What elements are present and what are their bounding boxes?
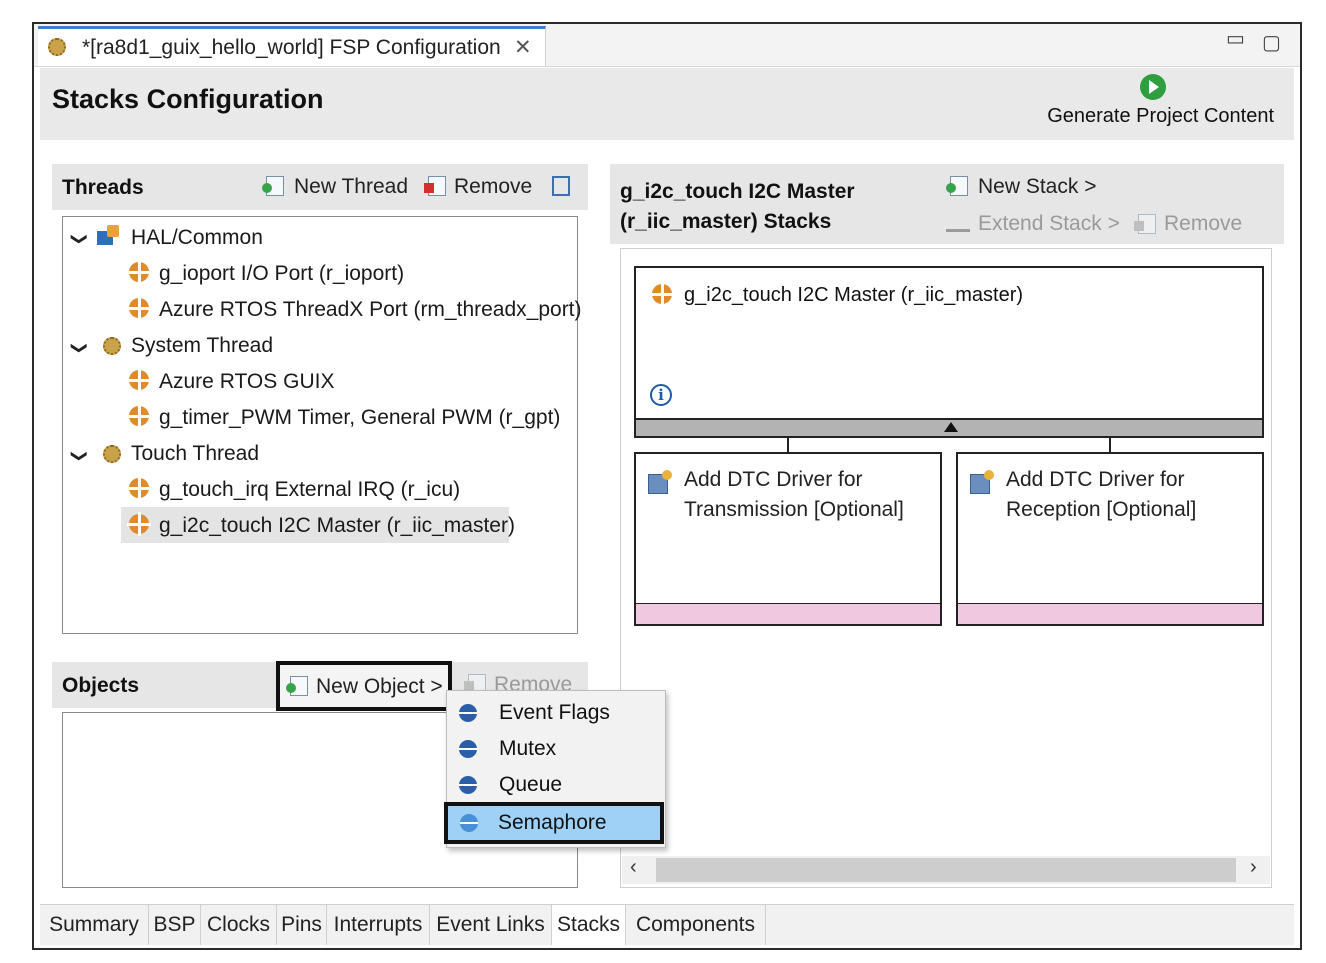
- menu-item-label: Queue: [499, 773, 563, 796]
- stacks-panel-header: g_i2c_touch I2C Master (r_iic_master) St…: [610, 164, 1284, 244]
- editor-tab-title: *[ra8d1_guix_hello_world] FSP Configurat…: [82, 36, 501, 59]
- dtc-driver-icon: [648, 470, 674, 494]
- chevron-down-icon[interactable]: ❯: [70, 449, 90, 462]
- component-icon: [127, 260, 151, 284]
- thread-gear-icon: [103, 445, 121, 463]
- close-icon[interactable]: ✕: [514, 35, 532, 60]
- play-icon[interactable]: [1140, 74, 1166, 100]
- scroll-left-icon[interactable]: ‹: [630, 856, 637, 879]
- info-icon[interactable]: i: [650, 384, 672, 406]
- menu-item-semaphore[interactable]: Semaphore: [444, 802, 664, 844]
- threads-title: Threads: [62, 176, 144, 199]
- hal-icon: [97, 225, 121, 247]
- tab-bsp[interactable]: BSP: [149, 905, 201, 945]
- tree-item-hal-common[interactable]: HAL/Common: [131, 226, 263, 250]
- tree-item-ioport[interactable]: g_ioport I/O Port (r_ioport): [159, 262, 404, 286]
- tree-item-touch-thread[interactable]: Touch Thread: [131, 442, 259, 466]
- new-thread-icon: [262, 176, 284, 196]
- dtc-tx-bar: [636, 603, 940, 624]
- collapse-arrow-icon[interactable]: [944, 422, 958, 432]
- extend-stack-button[interactable]: Extend Stack >: [978, 212, 1120, 236]
- tree-item-timer-pwm[interactable]: g_timer_PWM Timer, General PWM (r_gpt): [159, 406, 560, 430]
- remove-thread-icon: [424, 176, 446, 196]
- generate-project-content-button[interactable]: Generate Project Content: [1047, 105, 1274, 128]
- tree-item-threadx-port[interactable]: Azure RTOS ThreadX Port (rm_threadx_port…: [159, 298, 582, 322]
- object-icon: [459, 776, 477, 794]
- new-object-label: New Object >: [316, 675, 443, 698]
- stacks-title-line2: (r_iic_master) Stacks: [620, 210, 832, 233]
- bottom-tab-bar: Summary BSP Clocks Pins Interrupts Event…: [40, 904, 1294, 945]
- component-icon: [650, 282, 674, 306]
- dtc-tx-box[interactable]: Add DTC Driver for Transmission [Optiona…: [634, 452, 942, 626]
- chevron-down-icon[interactable]: ❯: [70, 232, 90, 245]
- component-icon: [127, 368, 151, 392]
- tab-interrupts[interactable]: Interrupts: [327, 905, 430, 945]
- extend-stack-icon: [946, 210, 970, 232]
- menu-item-label: Event Flags: [499, 701, 610, 724]
- object-icon: [460, 814, 478, 832]
- menu-item-label: Semaphore: [498, 811, 607, 834]
- remove-stack-button[interactable]: Remove: [1164, 212, 1242, 236]
- tree-item-touch-irq[interactable]: g_touch_irq External IRQ (r_icu): [159, 478, 460, 502]
- dtc-rx-line2: Reception [Optional]: [1006, 498, 1197, 521]
- objects-title: Objects: [62, 674, 140, 697]
- new-thread-button[interactable]: New Thread: [294, 175, 408, 199]
- new-stack-icon: [946, 176, 968, 196]
- component-icon: [127, 404, 151, 428]
- thread-gear-icon: [103, 337, 121, 355]
- component-icon: [127, 512, 151, 536]
- tab-pins[interactable]: Pins: [277, 905, 327, 945]
- object-icon: [459, 704, 477, 722]
- threads-tree: ❯ HAL/Common g_ioport I/O Port (r_ioport…: [62, 216, 582, 634]
- tab-stacks[interactable]: Stacks: [552, 905, 626, 945]
- new-object-icon: [286, 676, 308, 696]
- scroll-right-icon[interactable]: ›: [1250, 856, 1257, 879]
- module-box[interactable]: g_i2c_touch I2C Master (r_iic_master) i: [634, 266, 1264, 438]
- component-icon: [127, 296, 151, 320]
- component-icon: [127, 476, 151, 500]
- dtc-driver-icon: [970, 470, 996, 494]
- menu-item-label: Mutex: [499, 737, 557, 760]
- tab-clocks[interactable]: Clocks: [201, 905, 277, 945]
- new-object-button[interactable]: New Object >: [276, 661, 452, 711]
- editor-tab[interactable]: *[ra8d1_guix_hello_world] FSP Configurat…: [38, 26, 546, 66]
- tree-item-system-thread[interactable]: System Thread: [131, 334, 273, 358]
- chevron-down-icon[interactable]: ❯: [70, 341, 90, 354]
- dtc-tx-line1: Add DTC Driver for: [684, 468, 863, 491]
- object-icon: [459, 740, 477, 758]
- scroll-thumb[interactable]: [656, 858, 1236, 882]
- menu-item-mutex[interactable]: Mutex: [447, 731, 665, 767]
- module-bar[interactable]: [634, 418, 1264, 438]
- collapse-all-icon[interactable]: [552, 176, 570, 196]
- tree-item-guix[interactable]: Azure RTOS GUIX: [159, 370, 334, 394]
- module-label: g_i2c_touch I2C Master (r_iic_master): [684, 284, 1024, 306]
- gear-icon: [48, 38, 66, 56]
- minimize-icon[interactable]: ▭: [1226, 26, 1245, 51]
- horizontal-scrollbar[interactable]: ‹ ›: [622, 856, 1270, 884]
- tab-components[interactable]: Components: [626, 905, 766, 945]
- menu-item-queue[interactable]: Queue: [447, 767, 665, 803]
- menu-item-event-flags[interactable]: Event Flags: [447, 695, 665, 731]
- tab-summary[interactable]: Summary: [40, 905, 149, 945]
- page-title: Stacks Configuration: [52, 84, 324, 114]
- dtc-rx-line1: Add DTC Driver for: [1006, 468, 1185, 491]
- stacks-title-line1: g_i2c_touch I2C Master: [620, 180, 855, 203]
- dtc-rx-bar: [958, 603, 1262, 624]
- dtc-rx-box[interactable]: Add DTC Driver for Reception [Optional]: [956, 452, 1264, 626]
- tree-item-i2c-touch[interactable]: g_i2c_touch I2C Master (r_iic_master): [159, 514, 515, 538]
- page-header: Stacks Configuration Generate Project Co…: [40, 68, 1294, 140]
- remove-stack-icon: [1134, 214, 1156, 234]
- maximize-icon[interactable]: ▢: [1262, 30, 1281, 55]
- remove-thread-button[interactable]: Remove: [454, 175, 532, 199]
- new-stack-button[interactable]: New Stack >: [978, 175, 1096, 199]
- dtc-tx-line2: Transmission [Optional]: [684, 498, 904, 521]
- threads-panel-header: Threads New Thread Remove: [52, 164, 588, 210]
- tab-event-links[interactable]: Event Links: [430, 905, 552, 945]
